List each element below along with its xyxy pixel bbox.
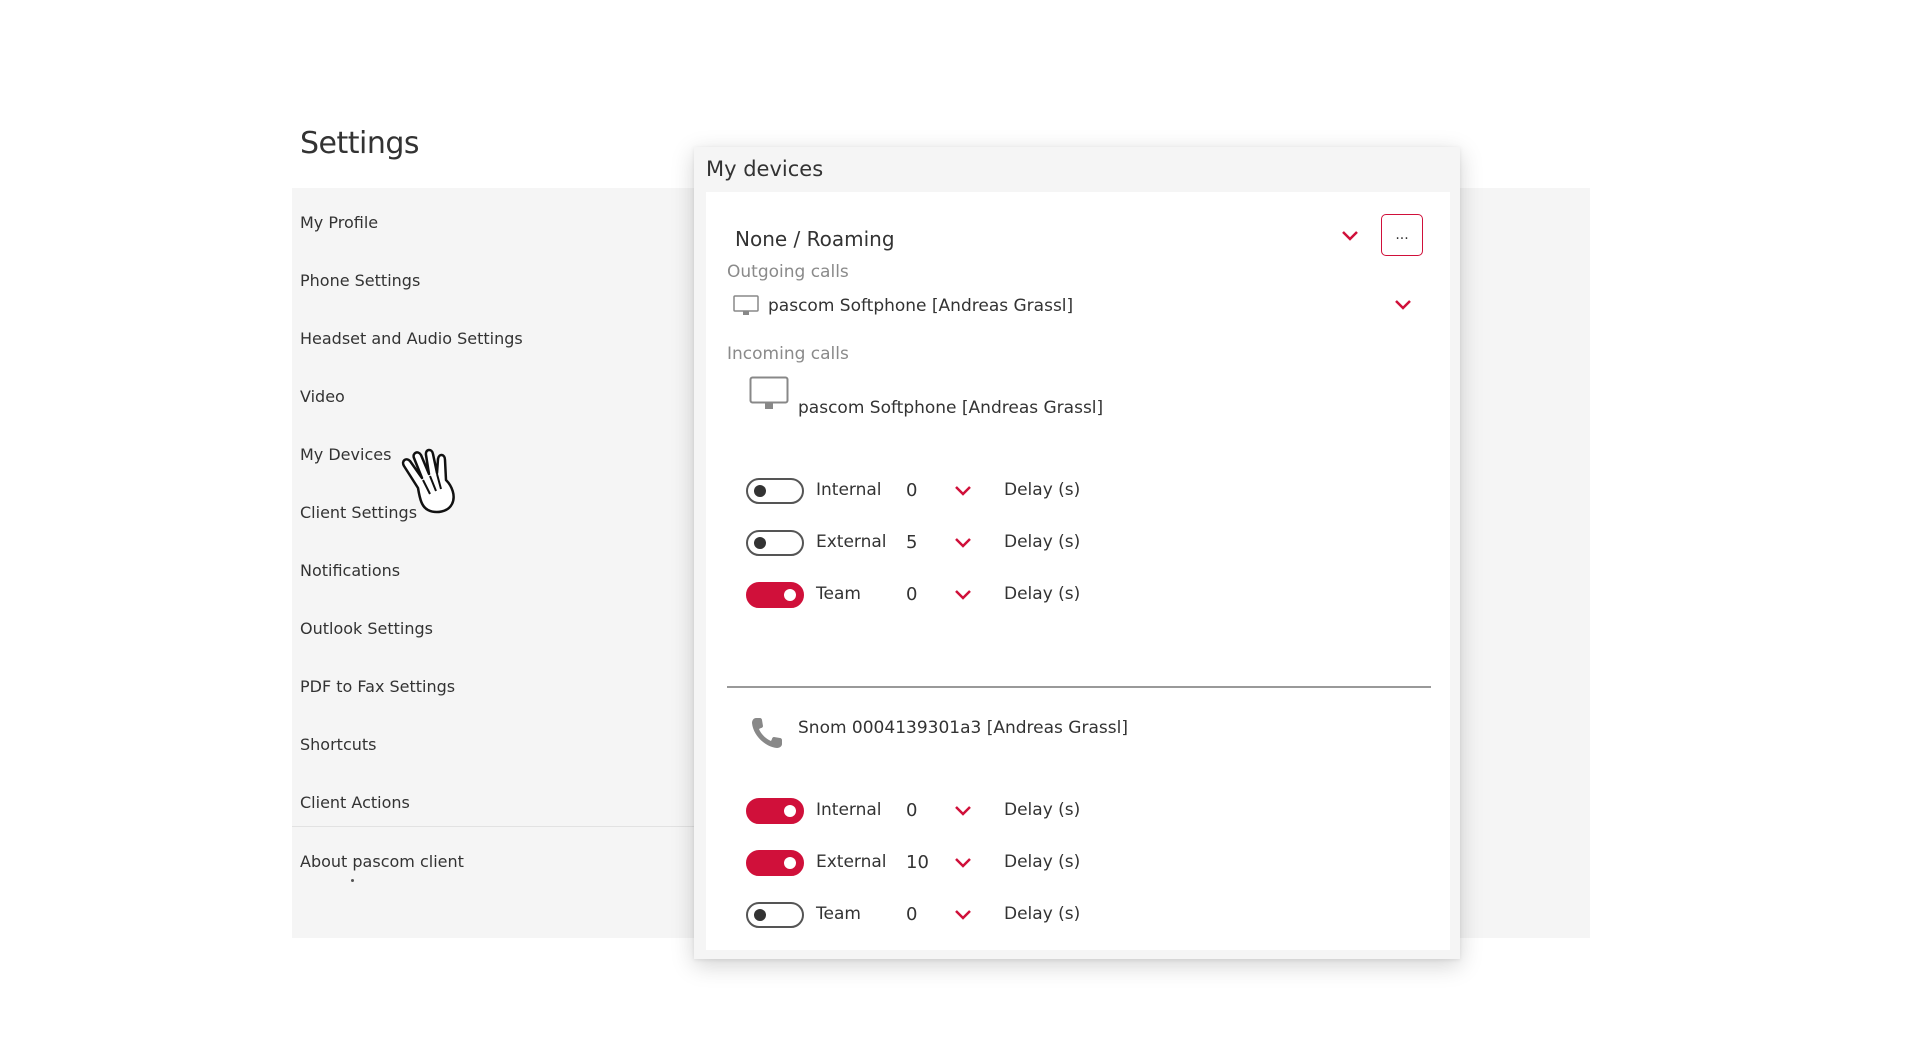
delay-label: Delay (s) [1004,532,1081,552]
row-label-internal: Internal [816,480,882,500]
nav-divider [292,826,694,827]
row-label-team: Team [816,584,861,604]
toggle-external[interactable] [746,530,804,556]
chevron-down-icon[interactable] [955,486,971,496]
chevron-down-icon[interactable] [955,590,971,600]
row-label-external: External [816,532,887,552]
delay-value-select[interactable]: 0 [906,480,940,501]
nav-item-shortcuts[interactable]: Shortcuts [300,735,376,754]
roaming-select-value[interactable]: None / Roaming [735,227,895,251]
row-label-internal: Internal [816,800,882,820]
my-devices-dialog: My devices None / Roaming ... Outgoing c… [694,147,1460,959]
delay-label: Delay (s) [1004,480,1081,500]
dot [351,879,354,882]
toggle-team[interactable] [746,902,804,928]
hand-pointer-icon [401,448,455,514]
toggle-internal[interactable] [746,478,804,504]
outgoing-chevron-down-icon[interactable] [1395,300,1411,310]
delay-label: Delay (s) [1004,852,1081,872]
delay-label: Delay (s) [1004,904,1081,924]
phone-icon [752,718,782,748]
nav-item-outlook-settings[interactable]: Outlook Settings [300,619,433,638]
delay-value-select[interactable]: 0 [906,584,940,605]
delay-value-select[interactable]: 5 [906,532,940,553]
device-name: pascom Softphone [Andreas Grassl] [798,398,1104,418]
chevron-down-icon[interactable] [955,858,971,868]
nav-item-client-actions[interactable]: Client Actions [300,793,410,812]
dialog-body: None / Roaming ... Outgoing calls pascom… [706,192,1450,950]
nav-item-video[interactable]: Video [300,387,345,406]
nav-item-my-profile[interactable]: My Profile [300,213,378,232]
chevron-down-icon[interactable] [955,538,971,548]
device-name: Snom 0004139301a3 [Andreas Grassl] [798,718,1128,738]
delay-value-select[interactable]: 0 [906,904,940,925]
monitor-icon [749,376,789,409]
delay-value-select[interactable]: 10 [906,852,940,873]
outgoing-device-select[interactable]: pascom Softphone [Andreas Grassl] [768,296,1073,316]
settings-title: Settings [300,126,420,161]
chevron-down-icon[interactable] [955,910,971,920]
nav-item-phone-settings[interactable]: Phone Settings [300,271,420,290]
nav-item-pdf-fax[interactable]: PDF to Fax Settings [300,677,455,696]
more-options-button[interactable]: ... [1381,214,1423,256]
outgoing-calls-label: Outgoing calls [727,262,849,282]
toggle-team[interactable] [746,582,804,608]
device-separator [727,686,1431,688]
roaming-chevron-down-icon[interactable] [1342,231,1358,241]
toggle-internal[interactable] [746,798,804,824]
row-label-external: External [816,852,887,872]
chevron-down-icon[interactable] [955,806,971,816]
nav-item-my-devices[interactable]: My Devices [300,445,391,464]
toggle-external[interactable] [746,850,804,876]
monitor-icon [733,295,759,315]
row-label-team: Team [816,904,861,924]
nav-item-headset-audio[interactable]: Headset and Audio Settings [300,329,523,348]
dialog-title: My devices [706,157,824,181]
delay-label: Delay (s) [1004,584,1081,604]
nav-item-about[interactable]: About pascom client [300,852,464,871]
delay-label: Delay (s) [1004,800,1081,820]
nav-item-notifications[interactable]: Notifications [300,561,400,580]
incoming-calls-label: Incoming calls [727,344,849,364]
delay-value-select[interactable]: 0 [906,800,940,821]
